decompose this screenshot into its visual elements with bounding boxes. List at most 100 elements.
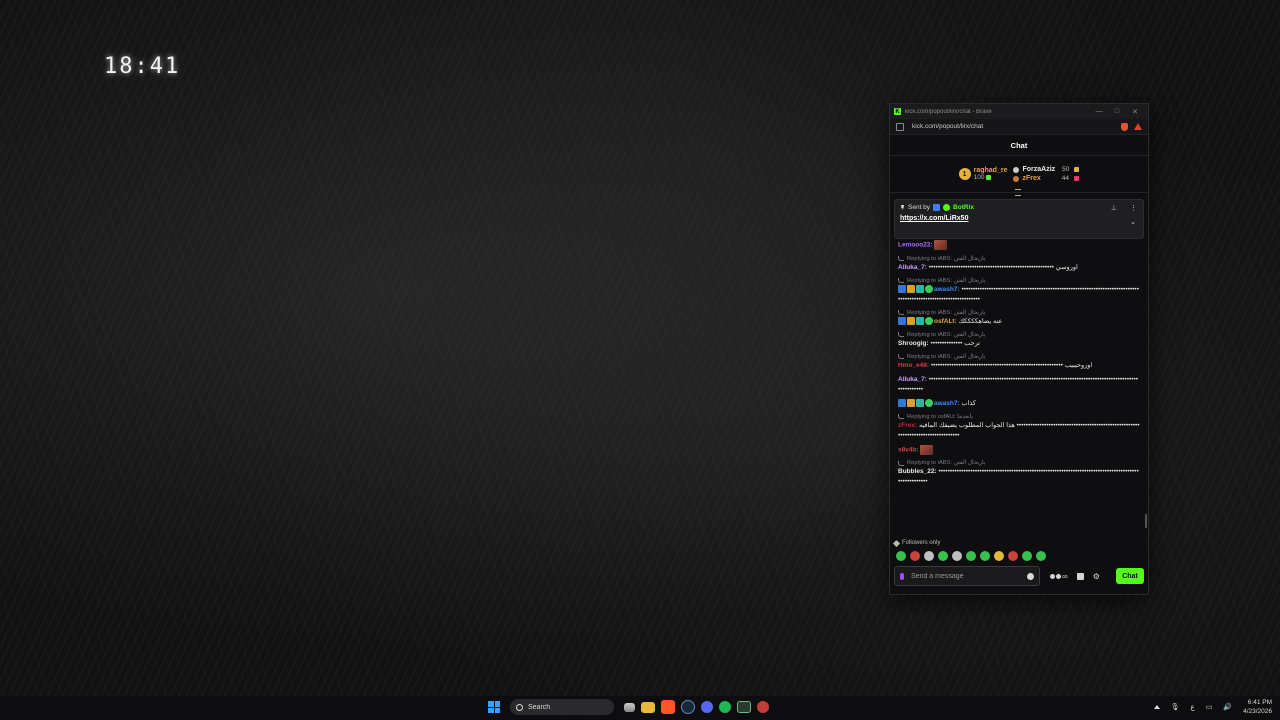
bot-badge-icon	[933, 204, 941, 211]
username[interactable]: Bubbles_22:	[898, 468, 937, 475]
chat-message[interactable]: Replying to osfALt: يانعدما zFrex: هذا ال…	[898, 413, 1140, 441]
emote-icon[interactable]	[938, 551, 948, 561]
gift-icon	[1074, 176, 1079, 181]
chat-scrollbar[interactable]	[1145, 514, 1147, 528]
followers-only-indicator: Followers only	[892, 539, 940, 547]
top-gifter-1[interactable]: 1 raghad_re 100	[958, 167, 1008, 181]
top-gifter-2[interactable]: ForzaAziz 50	[1013, 166, 1080, 173]
steam-icon[interactable]	[681, 700, 695, 714]
reply-context[interactable]: Replying to iABS: ياربحال الفتن	[898, 353, 1140, 361]
show-hidden-icons-icon[interactable]	[1153, 705, 1160, 709]
emote-icon[interactable]	[966, 551, 976, 561]
maximize-icon[interactable]: □	[1108, 108, 1126, 115]
badge-icon	[898, 317, 906, 325]
unpin-icon[interactable]: ⊥	[1111, 204, 1117, 212]
first-place-icon: 1	[958, 168, 971, 180]
message-text: ••••••••••••••••••••••••••••••••••••••••…	[928, 263, 1078, 271]
url-text[interactable]: kick.com/popout/lirx/chat	[912, 123, 1116, 130]
badge-icon	[898, 399, 906, 407]
emote-icon[interactable]	[1008, 551, 1018, 561]
message-input-box[interactable]	[894, 566, 1040, 586]
chat-message[interactable]: awash7: كذاب	[898, 399, 1140, 409]
pinned-link[interactable]: https://x.com/LiRx50	[900, 215, 1138, 222]
taskbar-search[interactable]	[510, 699, 614, 715]
chat-message[interactable]: Replying to iABS: ياربحال الفتن Shroogig:…	[898, 331, 1140, 349]
microphone-icon[interactable]	[900, 572, 904, 580]
reply-context[interactable]: Replying to iABS: ياربحال الفتن	[898, 309, 1140, 317]
file-explorer-icon[interactable]	[641, 701, 655, 713]
game-launcher-icon[interactable]	[737, 701, 751, 713]
username[interactable]: Shroogig:	[898, 340, 929, 347]
more-options-icon[interactable]: ⋮	[1130, 204, 1137, 212]
volume-icon[interactable]: 🔊	[1223, 703, 1232, 711]
emoji-picker-icon[interactable]	[1027, 572, 1034, 580]
gear-icon[interactable]: ⚙	[1093, 572, 1100, 581]
username[interactable]: Alluka_7:	[898, 264, 927, 271]
emote-icon[interactable]	[1022, 551, 1032, 561]
emote-icon[interactable]	[924, 551, 934, 561]
system-clock[interactable]: 6:41 PM 4/23/2026	[1243, 698, 1272, 716]
reply-arrow-icon	[898, 460, 904, 466]
gifter-name: zFrex	[1022, 175, 1041, 182]
username[interactable]: Alluka_7:	[898, 376, 927, 383]
reply-context[interactable]: Replying to iABS: ياربحال الفتن	[898, 277, 1140, 285]
chat-message[interactable]: Replying to iABS: ياربحال الفتن osfALt: ع…	[898, 309, 1140, 327]
discord-icon[interactable]	[701, 701, 713, 713]
language-indicator-icon[interactable]: ع	[1191, 703, 1195, 711]
brave-browser-icon[interactable]	[661, 700, 675, 714]
emote-icon[interactable]	[1036, 551, 1046, 561]
minimize-icon[interactable]: —	[1090, 108, 1108, 115]
chat-message[interactable]: Lemooo22:	[898, 240, 1140, 251]
badge-icon	[907, 285, 915, 293]
brave-rewards-icon[interactable]	[1134, 123, 1142, 130]
username[interactable]: awash7:	[934, 400, 960, 407]
reply-context[interactable]: Replying to osfALt: يانعدما	[898, 413, 1140, 421]
kicks-icon[interactable]: ∞	[1050, 572, 1068, 581]
chevron-down-icon[interactable]: ⌄	[1130, 218, 1136, 226]
username[interactable]: Lemooo22:	[898, 242, 933, 249]
username[interactable]: awash7:	[934, 286, 960, 293]
spotify-icon[interactable]	[719, 701, 731, 713]
gift-icon[interactable]	[1076, 572, 1084, 580]
username[interactable]: Hmo_e48:	[898, 362, 929, 369]
emote-icon[interactable]	[994, 551, 1004, 561]
emote-icon[interactable]	[910, 551, 920, 561]
chat-message[interactable]: Alluka_7: ••••••••••••••••••••••••••••••…	[898, 375, 1140, 395]
emote-icon[interactable]	[896, 551, 906, 561]
address-bar[interactable]: kick.com/popout/lirx/chat	[890, 119, 1148, 135]
username[interactable]: zFrex:	[898, 422, 917, 429]
send-chat-button[interactable]: Chat	[1116, 568, 1144, 584]
emote-icon[interactable]	[952, 551, 962, 561]
network-icon[interactable]: ▭	[1206, 703, 1213, 711]
app-icon[interactable]	[757, 701, 769, 713]
reply-context[interactable]: Replying to iABS: ياربحال الفتن	[898, 255, 1140, 263]
task-view-icon[interactable]	[624, 702, 635, 712]
chat-message[interactable]: Replying to iABS: ياربحال الفتن Bubbles_2…	[898, 459, 1140, 487]
username[interactable]: s8v4b:	[898, 446, 919, 453]
expand-pinned-icon[interactable]	[1015, 189, 1021, 196]
chat-message[interactable]: Replying to iABS: ياربحال الفتن awash7: •…	[898, 277, 1140, 305]
site-info-icon[interactable]	[896, 122, 904, 131]
message-input[interactable]	[911, 572, 1027, 580]
reply-context[interactable]: Replying to iABS: ياربحال الفتن	[898, 331, 1140, 339]
window-titlebar[interactable]: K kick.com/popout/lirx/chat - Brave — □ …	[890, 104, 1148, 119]
reply-text: Replying to osfALt: يانعدما	[907, 413, 973, 420]
close-icon[interactable]: ✕	[1126, 108, 1144, 116]
top-gifter-3[interactable]: zFrex 44	[1013, 175, 1079, 182]
gift-icon	[1074, 167, 1080, 172]
microphone-icon[interactable]: 🎙	[1171, 703, 1180, 711]
start-menu-icon[interactable]	[488, 701, 500, 713]
username[interactable]: osfALt:	[934, 318, 957, 325]
chat-message[interactable]: Replying to iABS: ياربحال الفتن Alluka_7:…	[898, 255, 1140, 273]
search-input[interactable]	[528, 703, 608, 711]
chat-message[interactable]: Replying to iABS: ياربحال الفتن Hmo_e48: …	[898, 353, 1140, 371]
chat-messages[interactable]: Lemooo22: Replying to iABS: ياربحال الفت…	[890, 240, 1148, 532]
reply-context[interactable]: Replying to iABS: ياربحال الفتن	[898, 459, 1140, 467]
message-text: ••••••••••••••••••••••••••••••••••••••••…	[930, 361, 1093, 369]
gifter-name: raghad_re	[973, 167, 1008, 174]
chat-message[interactable]: s8v4b:	[898, 444, 1140, 456]
pinned-sender[interactable]: BotRix	[953, 204, 974, 211]
emote-icon[interactable]	[980, 551, 990, 561]
brave-shield-icon[interactable]	[1121, 122, 1128, 131]
reply-arrow-icon	[898, 256, 904, 262]
